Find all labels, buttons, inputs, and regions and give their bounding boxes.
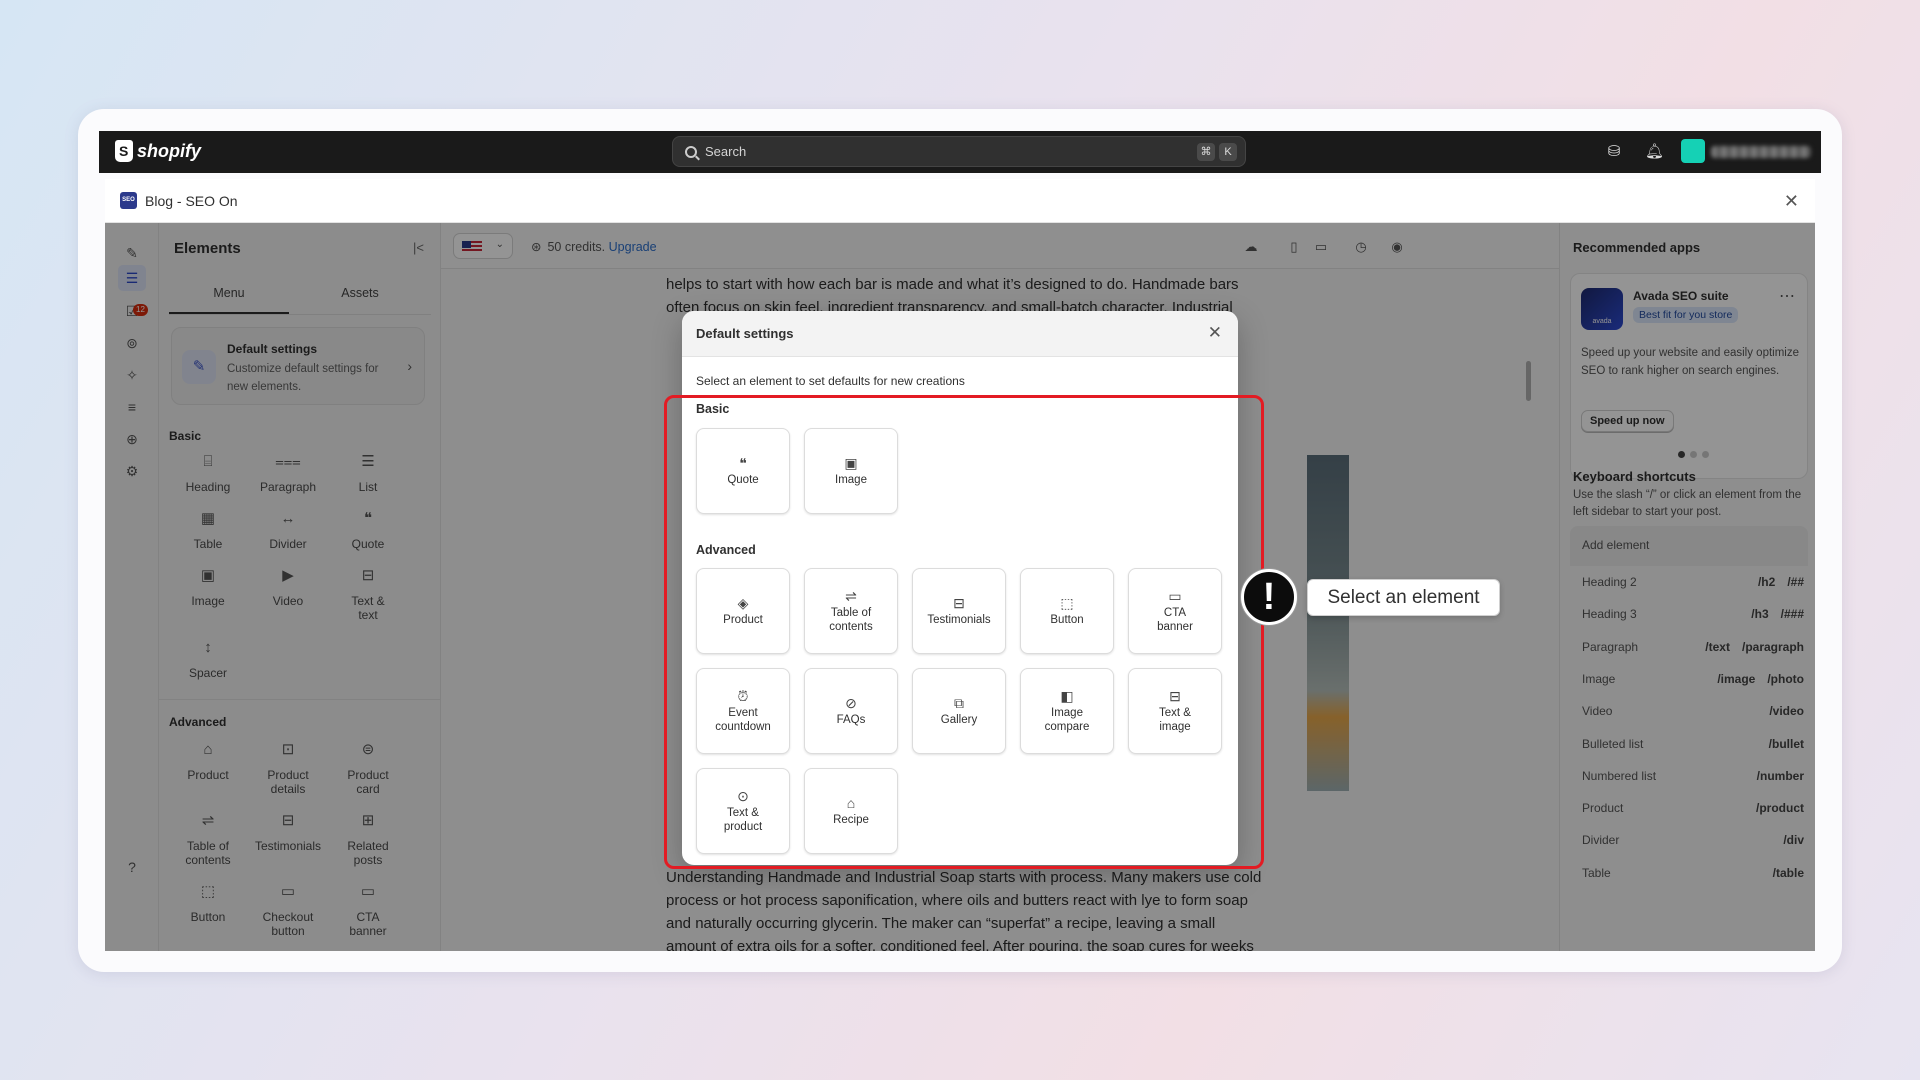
search-placeholder: Search bbox=[705, 144, 747, 159]
shopify-bag-icon bbox=[115, 140, 133, 162]
shopify-logo[interactable]: shopify bbox=[115, 140, 201, 162]
app-title-bar: SEO Blog - SEO On ✕ bbox=[105, 179, 1815, 223]
search-icon bbox=[685, 145, 697, 158]
callout-label: Select an element bbox=[1307, 579, 1500, 616]
exclamation-marker-icon: ! bbox=[1241, 569, 1297, 625]
cmd-key: ⌘ bbox=[1197, 143, 1215, 161]
bell-icon[interactable]: 🔔︎ bbox=[1645, 143, 1664, 161]
k-key: K bbox=[1219, 143, 1237, 161]
highlight-box bbox=[664, 395, 1264, 869]
brand-name: shopify bbox=[137, 140, 202, 161]
store-icon[interactable]: ⛁ bbox=[1605, 143, 1623, 161]
modal-title: Default settings bbox=[696, 326, 794, 341]
close-icon[interactable]: ✕ bbox=[1208, 323, 1222, 343]
scrollbar[interactable] bbox=[1526, 361, 1531, 401]
app-title: Blog - SEO On bbox=[145, 192, 238, 209]
modal-subtitle: Select an element to set defaults for ne… bbox=[696, 374, 965, 388]
modal-header: Default settings ✕ bbox=[682, 311, 1238, 357]
avatar[interactable] bbox=[1681, 139, 1705, 163]
store-name-blurred[interactable] bbox=[1711, 146, 1811, 158]
search-bar[interactable]: Search ⌘ K bbox=[672, 136, 1246, 167]
seo-app-icon: SEO bbox=[120, 192, 137, 209]
close-icon[interactable]: ✕ bbox=[1784, 191, 1799, 212]
shopify-topbar: shopify Search ⌘ K ⛁ 🔔︎ bbox=[99, 131, 1821, 173]
